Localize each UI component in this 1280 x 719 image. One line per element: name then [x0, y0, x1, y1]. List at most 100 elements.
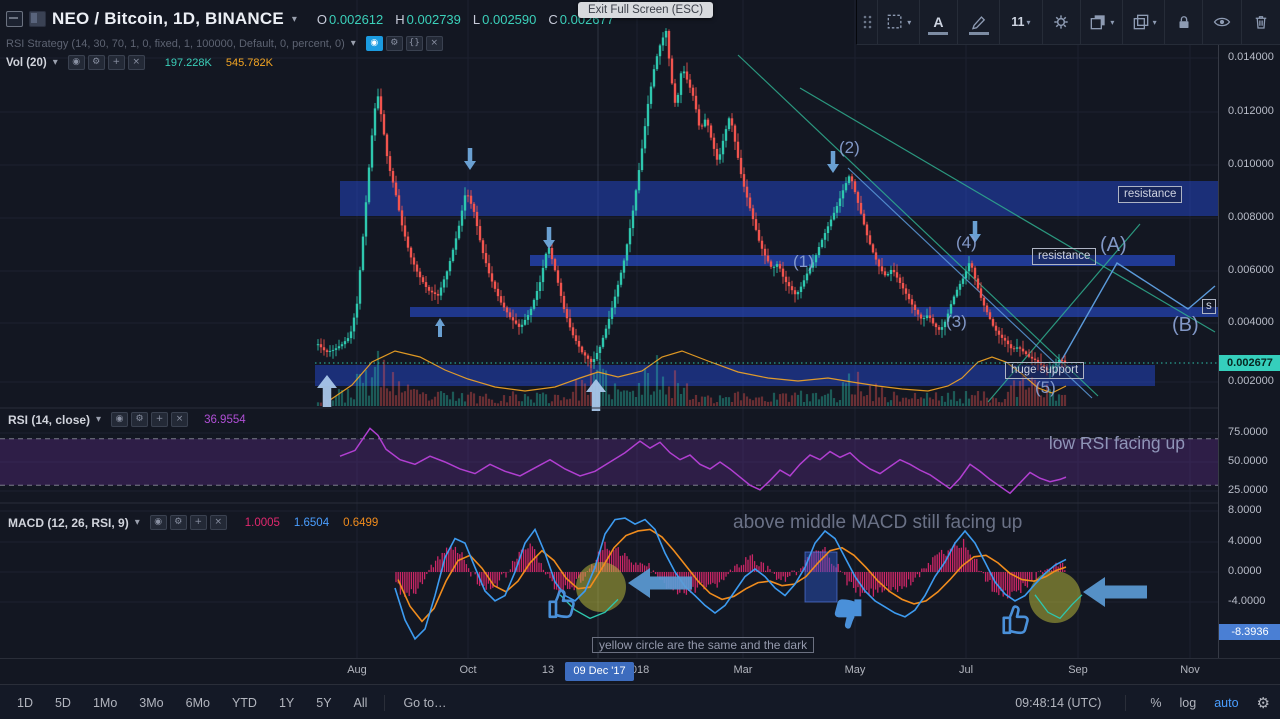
font-size-button[interactable]: 11 ▾: [1000, 0, 1043, 44]
plus-icon[interactable]: +: [189, 515, 207, 530]
strategy-label[interactable]: RSI Strategy (14, 30, 70, 1, 0, fixed, 1…: [6, 38, 345, 50]
time-tick-label: Nov: [1180, 664, 1200, 676]
huge-support-label[interactable]: huge support: [1005, 362, 1085, 379]
wave-label-4[interactable]: (4): [956, 233, 977, 253]
eye-icon[interactable]: ◉: [111, 412, 129, 427]
chart-canvas[interactable]: [0, 0, 1218, 658]
chevron-down-icon[interactable]: ▾: [96, 414, 101, 425]
clock-display[interactable]: 09:48:14 (UTC): [1015, 696, 1101, 710]
volume-ma1-value: 197.228K: [164, 56, 212, 69]
chevron-down-icon: ▾: [1110, 17, 1115, 27]
plus-icon[interactable]: +: [107, 55, 125, 70]
price-axis[interactable]: 0.014000 0.012000 0.010000 0.008000 0.006000…: [1218, 0, 1280, 658]
hide-button[interactable]: [1203, 0, 1242, 44]
gear-icon: [1054, 15, 1068, 29]
time-tick-label: Oct: [459, 664, 477, 676]
chart-settings-gear-icon[interactable]: ⚙: [1257, 694, 1270, 712]
gear-icon[interactable]: ⚙: [87, 55, 105, 70]
wave-label-3[interactable]: (3): [946, 312, 967, 332]
macd-hist-value: 1.0005: [244, 516, 280, 529]
axis-tick-label: 4.0000: [1228, 535, 1262, 547]
code-icon[interactable]: {}: [405, 36, 423, 51]
time-tick-label: Sep: [1068, 664, 1088, 676]
settings-button[interactable]: [1043, 0, 1081, 44]
yellow-circle-note[interactable]: yellow circle are the same and the dark: [592, 637, 815, 653]
range-button-1y[interactable]: 1Y: [268, 692, 305, 714]
range-button-3mo[interactable]: 3Mo: [128, 692, 174, 714]
axis-tick-label: 0.010000: [1228, 158, 1274, 170]
close-icon[interactable]: ×: [425, 36, 443, 51]
axis-tick-label: 0.008000: [1228, 211, 1274, 223]
support-label-clipped[interactable]: s: [1202, 299, 1216, 314]
color-underline-bar: [928, 31, 949, 35]
percent-scale-button[interactable]: %: [1150, 696, 1161, 710]
time-axis[interactable]: Aug Oct 13 2018 Mar May Jul Sep Nov 09 Dec '17: [0, 658, 1280, 685]
eye-icon[interactable]: ◉: [149, 515, 167, 530]
layer-order-button[interactable]: ▾: [1081, 0, 1123, 44]
wave-label-5[interactable]: (5): [1035, 378, 1056, 398]
chevron-down-icon: ▾: [1152, 17, 1157, 27]
chevron-down-icon[interactable]: ▾: [135, 517, 140, 528]
log-scale-button[interactable]: log: [1180, 696, 1197, 710]
volume-indicator-label[interactable]: Vol (20): [6, 57, 47, 69]
auto-scale-button[interactable]: auto: [1214, 696, 1238, 710]
gear-icon[interactable]: ⚙: [385, 36, 403, 51]
range-button-1d[interactable]: 1D: [6, 692, 44, 714]
volume-icon-row: ◉ ⚙ + ×: [67, 55, 145, 70]
macd-annotation-text[interactable]: above middle MACD still facing up: [733, 512, 1022, 534]
close-icon[interactable]: ×: [209, 515, 227, 530]
toolbar-divider: [1125, 694, 1127, 711]
brush-color-button[interactable]: [958, 0, 1001, 44]
wave-label-b[interactable]: (B): [1172, 314, 1199, 337]
close-icon[interactable]: ×: [127, 55, 145, 70]
wave-label-1[interactable]: (1): [793, 252, 814, 272]
macd-indicator-label[interactable]: MACD (12, 26, RSI, 9): [8, 516, 129, 530]
delete-button[interactable]: [1242, 0, 1280, 44]
range-button-5d[interactable]: 5D: [44, 692, 82, 714]
text-color-button[interactable]: A: [920, 0, 959, 44]
gear-icon[interactable]: ⚙: [169, 515, 187, 530]
macd-icon-row: ◉ ⚙ + ×: [149, 515, 227, 530]
eye-icon[interactable]: ◉: [365, 36, 383, 51]
axis-tick-label: -4.0000: [1228, 595, 1266, 607]
chevron-down-icon[interactable]: ▾: [351, 38, 356, 49]
range-button-all[interactable]: All: [343, 692, 379, 714]
eye-icon[interactable]: ◉: [67, 55, 85, 70]
chevron-down-icon: ▾: [1026, 17, 1031, 27]
chevron-down-icon[interactable]: ▾: [53, 57, 58, 68]
axis-tick-label: 8.0000: [1228, 504, 1262, 516]
brush-underline-bar: [968, 31, 989, 35]
gear-icon[interactable]: ⚙: [131, 412, 149, 427]
chevron-down-icon[interactable]: ▾: [292, 14, 297, 25]
axis-tick-label: 75.0000: [1228, 426, 1268, 438]
lock-button[interactable]: [1165, 0, 1204, 44]
range-button-ytd[interactable]: YTD: [221, 692, 268, 714]
volume-ma2-value: 545.782K: [225, 56, 273, 69]
restore-window-icon[interactable]: [6, 11, 23, 27]
range-button-5y[interactable]: 5Y: [305, 692, 342, 714]
toolbar-drag-handle[interactable]: [857, 0, 878, 44]
range-button-1mo[interactable]: 1Mo: [82, 692, 128, 714]
resistance-label-mid[interactable]: resistance: [1032, 248, 1097, 265]
strategy-icon-row: ◉ ⚙{} ×: [365, 36, 443, 51]
wave-label-a[interactable]: (A): [1100, 234, 1127, 257]
rsi-annotation-text[interactable]: low RSI facing up: [995, 433, 1185, 454]
selection-style-button[interactable]: ▾: [878, 0, 920, 44]
toolbar-divider: [384, 694, 386, 711]
goto-button[interactable]: Go to…: [391, 692, 458, 714]
pencil-icon: [971, 16, 985, 30]
open-label: O: [316, 11, 328, 27]
close-icon[interactable]: ×: [171, 412, 189, 427]
wave-label-2[interactable]: (2): [839, 138, 860, 158]
axis-tick-label: 25.0000: [1228, 484, 1268, 496]
drag-dots-icon: [863, 15, 872, 29]
resistance-label-upper[interactable]: resistance: [1118, 186, 1183, 203]
plus-icon[interactable]: +: [151, 412, 169, 427]
symbol-title[interactable]: NEO / Bitcoin, 1D, BINANCE: [52, 9, 284, 29]
macd-signal-value: 0.6499: [343, 516, 379, 529]
rsi-indicator-label[interactable]: RSI (14, close): [8, 413, 90, 427]
range-button-6mo[interactable]: 6Mo: [175, 692, 221, 714]
trash-icon: [1256, 16, 1267, 29]
clone-button[interactable]: ▾: [1123, 0, 1166, 44]
chart-style-icon[interactable]: [29, 11, 46, 27]
